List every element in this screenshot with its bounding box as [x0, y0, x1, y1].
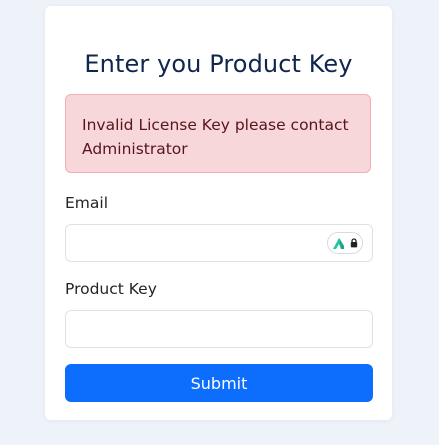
product-key-field[interactable] — [65, 310, 373, 348]
error-alert: Invalid License Key please contact Admin… — [65, 94, 371, 173]
email-field-wrapper — [65, 224, 373, 262]
email-label: Email — [65, 194, 109, 212]
password-manager-button[interactable] — [327, 232, 363, 254]
submit-button[interactable]: Submit — [65, 364, 373, 402]
lock-icon — [350, 238, 358, 248]
page: Enter you Product Key Invalid License Ke… — [0, 0, 439, 445]
product-key-label: Product Key — [65, 280, 157, 298]
password-manager-icon — [333, 238, 344, 249]
product-key-card: Enter you Product Key Invalid License Ke… — [45, 6, 392, 420]
page-title: Enter you Product Key — [84, 50, 353, 78]
